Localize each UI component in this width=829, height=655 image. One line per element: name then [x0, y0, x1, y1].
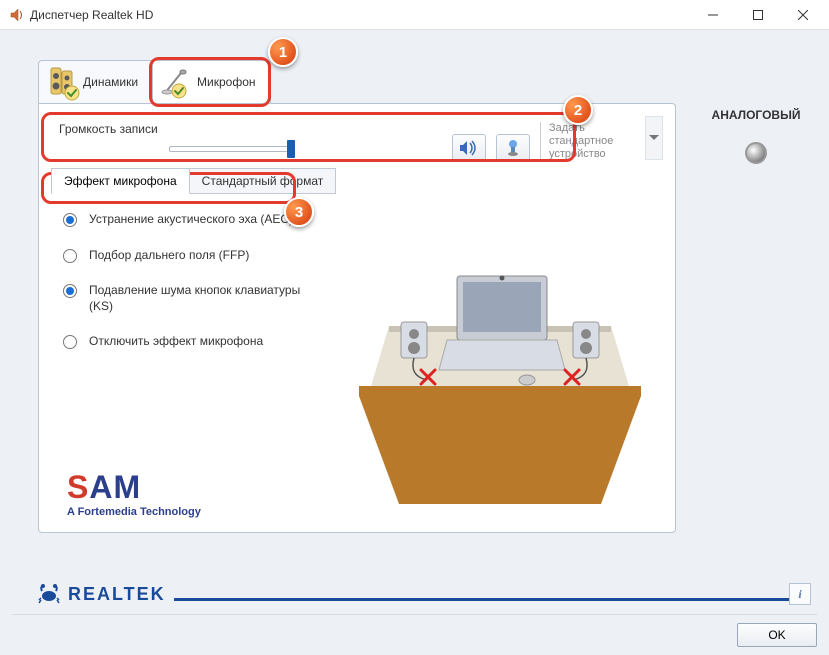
- subtab-format[interactable]: Стандартный формат: [189, 168, 337, 194]
- default-device-label: Задать стандартное устройство: [549, 122, 635, 162]
- footer: REALTEK: [38, 583, 811, 605]
- info-button[interactable]: i: [789, 583, 811, 605]
- close-button[interactable]: [780, 0, 825, 29]
- callout-1: 1: [268, 37, 298, 67]
- device-tabs: Динамики Микрофон: [38, 60, 271, 104]
- volume-thumb[interactable]: [287, 140, 295, 158]
- effect-label: Устранение акустического эха (AEC): [89, 212, 293, 228]
- radio-icon[interactable]: [63, 249, 77, 263]
- mic-boost-button[interactable]: [496, 134, 530, 162]
- titlebar: Диспетчер Realtek HD: [0, 0, 829, 30]
- radio-icon[interactable]: [63, 335, 77, 349]
- radio-icon[interactable]: [63, 213, 77, 227]
- check-badge-icon: [171, 83, 187, 99]
- illustration: [339, 246, 661, 506]
- default-device-dropdown[interactable]: [645, 116, 663, 160]
- effect-label: Отключить эффект микрофона: [89, 334, 263, 350]
- tab-speakers[interactable]: Динамики: [38, 60, 152, 104]
- minimize-button[interactable]: [690, 0, 735, 29]
- speakers-icon: [47, 66, 77, 98]
- settings-panel: Громкость записи За: [38, 103, 676, 533]
- maximize-button[interactable]: [735, 0, 780, 29]
- effect-label: Подавление шума кнопок клавиатуры (KS): [89, 283, 323, 314]
- effect-ffp[interactable]: Подбор дальнего поля (FFP): [63, 248, 323, 264]
- ok-button[interactable]: OK: [737, 623, 817, 647]
- button-bar: OK: [12, 614, 817, 647]
- sam-logo: SAM A Fortemedia Technology: [67, 469, 201, 518]
- effect-ks[interactable]: Подавление шума кнопок клавиатуры (KS): [63, 283, 323, 314]
- default-device-button[interactable]: Задать стандартное устройство: [540, 122, 635, 162]
- subtab-effect[interactable]: Эффект микрофона: [51, 168, 190, 194]
- jack-indicator[interactable]: [745, 142, 767, 164]
- effect-label: Подбор дальнего поля (FFP): [89, 248, 249, 264]
- effects-list: Устранение акустического эха (AEC) Подбо…: [63, 212, 323, 350]
- realtek-text: REALTEK: [68, 584, 166, 605]
- effect-disable[interactable]: Отключить эффект микрофона: [63, 334, 323, 350]
- volume-label: Громкость записи: [59, 122, 432, 136]
- connector-sidebar: АНАЛОГОВЫЙ: [701, 108, 811, 164]
- sidebar-title: АНАЛОГОВЫЙ: [701, 108, 811, 122]
- tab-speakers-label: Динамики: [83, 75, 138, 89]
- realtek-logo: REALTEK: [38, 583, 811, 605]
- realtek-crab-icon: [38, 583, 60, 605]
- volume-row: Громкость записи За: [51, 116, 663, 162]
- window-title: Диспетчер Realtek HD: [30, 8, 153, 22]
- tab-microphone-label: Микрофон: [197, 75, 255, 89]
- mute-button[interactable]: [452, 134, 486, 162]
- effect-subtabs: Эффект микрофона Стандартный формат: [51, 168, 663, 194]
- check-badge-icon: [64, 85, 80, 101]
- microphone-icon: [161, 69, 191, 95]
- volume-area: Громкость записи: [51, 116, 442, 162]
- app-icon: [8, 7, 24, 23]
- radio-icon[interactable]: [63, 284, 77, 298]
- volume-slider[interactable]: [169, 146, 292, 152]
- window-controls: [690, 0, 825, 29]
- tab-microphone[interactable]: Микрофон: [152, 60, 270, 104]
- client-area: Динамики Микрофон Гр: [0, 30, 829, 655]
- effect-aec[interactable]: Устранение акустического эха (AEC): [63, 212, 323, 228]
